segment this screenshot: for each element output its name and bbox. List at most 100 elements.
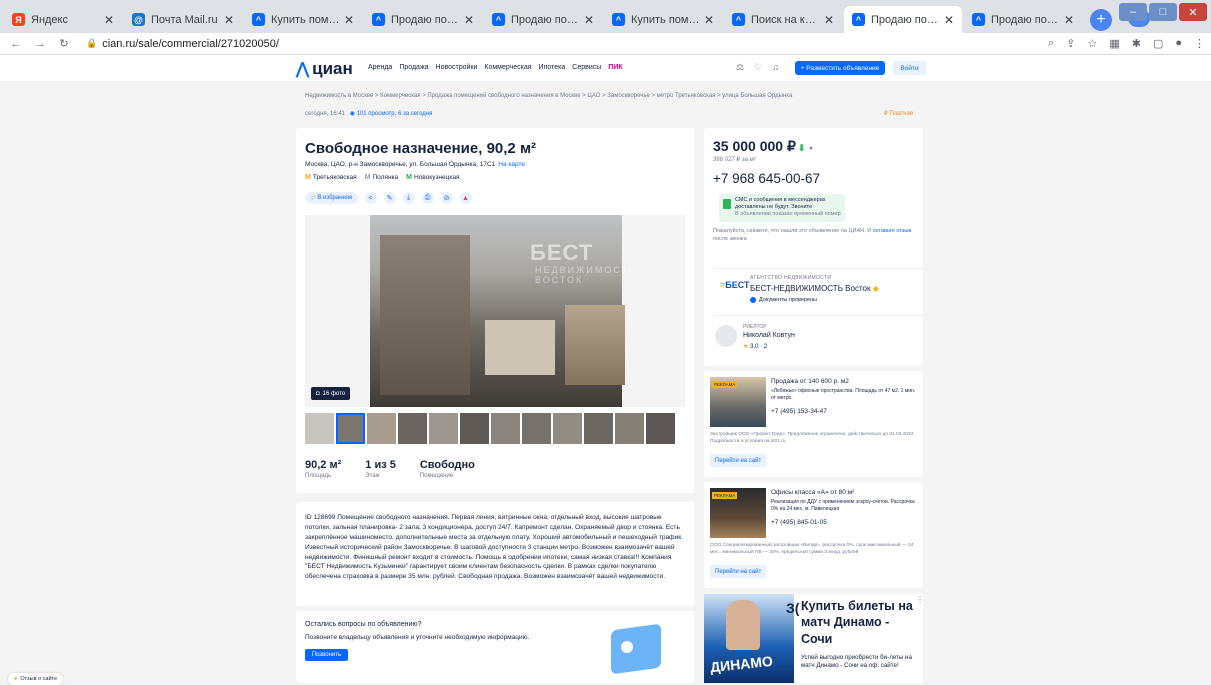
- ad-title[interactable]: Продажа от 140 600 р. м2: [771, 378, 849, 385]
- nav-sale[interactable]: Продажа: [399, 64, 428, 71]
- share-button-icon[interactable]: <: [364, 192, 377, 204]
- tab-close-icon[interactable]: ✕: [224, 13, 234, 27]
- tab-close-icon[interactable]: ✕: [584, 13, 594, 27]
- reload-icon[interactable]: ↻: [56, 37, 72, 50]
- metro-item[interactable]: M Третьяковская: [305, 174, 357, 181]
- call-button[interactable]: Позвонить: [305, 649, 348, 661]
- browser-tab[interactable]: @ Почта Mail.ru ✕: [124, 6, 242, 33]
- metro-item[interactable]: M Новокузнецкая: [406, 174, 459, 181]
- menu-dots-icon[interactable]: ⋮: [1194, 37, 1205, 50]
- price-down-arrow-icon[interactable]: ⬇: [798, 143, 806, 153]
- metro-item[interactable]: M Полянка: [365, 174, 399, 181]
- address-bar[interactable]: 🔒 cian.ru/sale/commercial/271020050/: [86, 38, 279, 50]
- tab-close-icon[interactable]: ✕: [1064, 13, 1074, 27]
- ad-site-button[interactable]: Перейти на сайт: [710, 454, 767, 467]
- photo-thumbnail[interactable]: [336, 413, 365, 444]
- minimize-icon[interactable]: –: [1119, 3, 1147, 21]
- tab-close-icon[interactable]: ✕: [944, 13, 954, 27]
- phone-illustration: [601, 619, 681, 681]
- breadcrumb[interactable]: Недвижимость в Москве > Коммерческая > П…: [305, 93, 792, 99]
- print-icon[interactable]: ⎙: [421, 192, 434, 204]
- tab-close-icon[interactable]: ✕: [824, 13, 834, 27]
- photo-thumbnail[interactable]: [615, 413, 644, 444]
- photo-thumbnail[interactable]: [584, 413, 613, 444]
- notifications-bell-icon[interactable]: ♫: [772, 62, 779, 73]
- browser-tab[interactable]: ^ Поиск на карте ЦИАН ✕: [724, 6, 842, 33]
- photo-thumbnail[interactable]: [522, 413, 551, 444]
- ad-image[interactable]: РЕКЛАМА: [710, 488, 766, 538]
- promo-menu-icon[interactable]: ⋮: [916, 595, 924, 604]
- photo-count-badge[interactable]: ◘ 16 фото: [311, 387, 351, 400]
- nav-pik[interactable]: ПИК: [608, 64, 622, 71]
- views-link[interactable]: ◉ 101 просмотр, 6 за сегодня: [350, 111, 433, 117]
- tab-close-icon[interactable]: ✕: [704, 13, 714, 27]
- edit-icon[interactable]: ✎: [383, 192, 396, 204]
- photo-thumbnail[interactable]: [460, 413, 489, 444]
- report-icon[interactable]: ▲: [459, 192, 472, 204]
- price-info-icon[interactable]: •: [809, 143, 812, 153]
- new-tab-button[interactable]: +: [1090, 9, 1112, 31]
- back-icon[interactable]: ←: [8, 38, 24, 50]
- nav-services[interactable]: Сервисы: [572, 64, 601, 71]
- photo-thumbnail[interactable]: [305, 413, 334, 444]
- photo-thumbnail[interactable]: [398, 413, 427, 444]
- browser-tab[interactable]: ^ Купить помещение св ✕: [604, 6, 722, 33]
- photo-thumbnail[interactable]: [491, 413, 520, 444]
- map-link[interactable]: На карте: [498, 161, 525, 168]
- promo-title[interactable]: Купить билеты на матч Динамо - Сочи: [801, 598, 919, 647]
- photo-thumbnail[interactable]: [553, 413, 582, 444]
- browser-tab[interactable]: ^ Продаю помещение с ✕: [964, 6, 1082, 33]
- photo-gallery[interactable]: БЕСТ НЕДВИЖИМОСТЬ ВОСТОК ◘ 16 фото: [305, 215, 685, 407]
- nav-mortgage[interactable]: Ипотека: [539, 64, 566, 71]
- nav-newbuild[interactable]: Новостройки: [436, 64, 478, 71]
- extension-icon[interactable]: ▦: [1109, 37, 1119, 50]
- header-icons: ⚖ ♡ ♫: [736, 62, 779, 73]
- favorite-button[interactable]: ♡ В избранное: [305, 192, 358, 204]
- close-window-icon[interactable]: ✕: [1179, 3, 1207, 21]
- zoom-icon[interactable]: ⌕: [1048, 37, 1054, 50]
- photo-thumbnail[interactable]: [429, 413, 458, 444]
- nav-commercial[interactable]: Коммерческая: [484, 64, 531, 71]
- compare-icon[interactable]: ⚖: [736, 62, 744, 73]
- login-button[interactable]: Войти: [893, 61, 926, 75]
- favorites-heart-icon[interactable]: ♡: [754, 62, 762, 73]
- docs-text: Документы проверены: [759, 297, 818, 303]
- main-photo[interactable]: БЕСТ НЕДВИЖИМОСТЬ ВОСТОК: [370, 215, 635, 407]
- share-icon[interactable]: ⇪: [1066, 37, 1075, 50]
- browser-tab[interactable]: ^ Продаю помещение с ✕: [484, 6, 602, 33]
- browser-tab[interactable]: ^ Купить помещение св ✕: [244, 6, 362, 33]
- realtor-name[interactable]: Николай Ковтун: [743, 332, 795, 339]
- maximize-icon[interactable]: □: [1149, 3, 1177, 21]
- phone-number[interactable]: +7 968 645-00-67: [713, 171, 820, 186]
- photo-thumbnail[interactable]: [646, 413, 675, 444]
- feedback-button[interactable]: ● Отзыв о сайте: [8, 673, 64, 685]
- tab-close-icon[interactable]: ✕: [464, 13, 474, 27]
- sidepanel-icon[interactable]: ▢: [1153, 37, 1163, 50]
- sms-line: В объявлении показан временный номер: [735, 211, 841, 218]
- profile-icon[interactable]: ●: [1175, 37, 1182, 50]
- photo-thumbnail[interactable]: [367, 413, 396, 444]
- nav-rent[interactable]: Аренда: [368, 64, 392, 71]
- browser-tab[interactable]: Я Яндекс ✕: [4, 6, 122, 33]
- agency-name[interactable]: БЕСТ-НЕДВИЖИМОСТЬ Восток ◆: [750, 284, 879, 293]
- post-ad-button[interactable]: + Разместить объявление: [795, 61, 885, 75]
- tab-close-icon[interactable]: ✕: [344, 13, 354, 27]
- ad-title[interactable]: Офисы класса «А» от 80 м²: [771, 489, 854, 496]
- ad-site-button[interactable]: Перейти на сайт: [710, 565, 767, 578]
- download-icon[interactable]: ⤓: [402, 192, 415, 204]
- forward-icon[interactable]: →: [32, 38, 48, 50]
- ad-image[interactable]: РЕКЛАМА: [710, 377, 766, 427]
- bookmark-star-icon[interactable]: ☆: [1087, 37, 1097, 50]
- tab-close-icon[interactable]: ✕: [104, 13, 114, 27]
- ad-phone[interactable]: +7 (495) 153-34-47: [771, 408, 827, 415]
- browser-tab[interactable]: ^ Продаю помещение с ✕: [364, 6, 482, 33]
- hide-icon[interactable]: ⊘: [440, 192, 453, 204]
- extensions-puzzle-icon[interactable]: ✱: [1132, 37, 1141, 50]
- leave-review-link[interactable]: оставьте отзыв: [873, 228, 912, 234]
- promo-banner[interactable]: ДИНАМО З( Купить билеты на матч Динамо -…: [704, 594, 924, 683]
- agency-block[interactable]: =БЕСТ АГЕНТСТВО НЕДВИЖИМОСТИ БЕСТ-НЕДВИЖ…: [713, 268, 923, 312]
- realtor-block[interactable]: РИЕЛТОР Николай Ковтун ★ 3,0 · 2: [713, 315, 923, 363]
- browser-tab[interactable]: ^ Продаю помещение с ✕: [844, 6, 962, 33]
- ad-phone[interactable]: +7 (495) 845-01-05: [771, 519, 827, 526]
- cian-logo[interactable]: ⋀ циан: [296, 59, 353, 79]
